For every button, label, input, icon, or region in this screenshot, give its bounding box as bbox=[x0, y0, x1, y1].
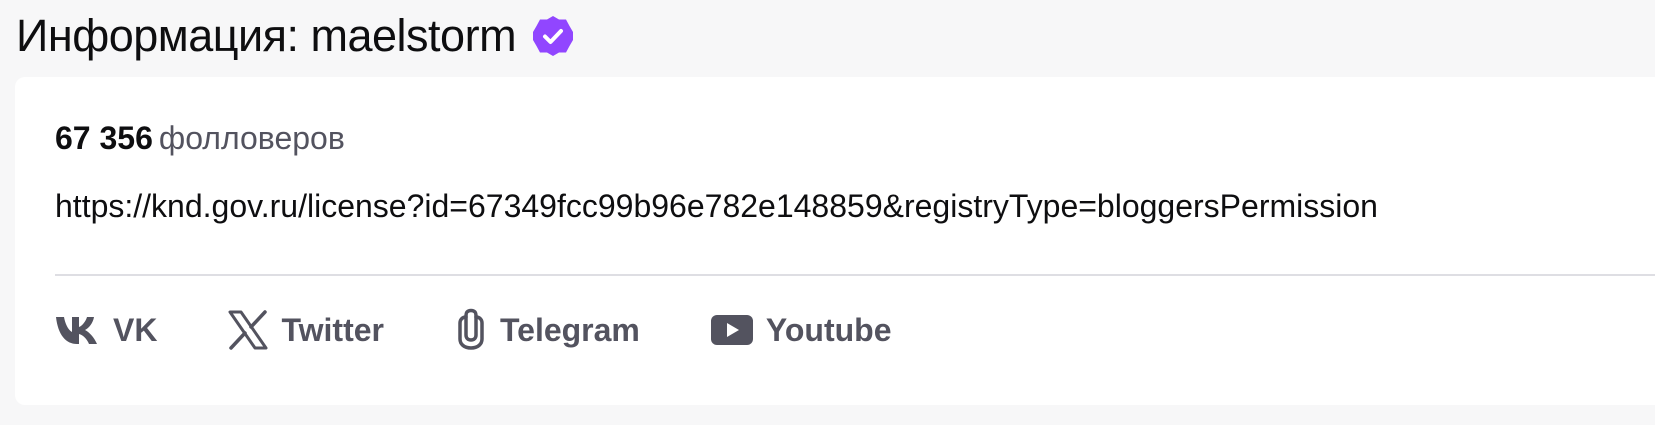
about-panel: 67 356 фолловеров https://knd.gov.ru/lice… bbox=[15, 77, 1655, 405]
social-label-telegram: Telegram bbox=[499, 311, 640, 348]
social-label-twitter: Twitter bbox=[281, 311, 384, 348]
followers-number: 67 356 bbox=[55, 120, 153, 156]
social-link-youtube[interactable]: Youtube bbox=[710, 305, 892, 355]
page-header: Информация: maelstorm bbox=[16, 6, 574, 66]
social-label-youtube: Youtube bbox=[765, 311, 892, 348]
social-label-vk: VK bbox=[113, 311, 158, 348]
page-title: Информация: maelstorm bbox=[16, 10, 517, 61]
social-links: VK Twitter Telegram Youtube bbox=[55, 305, 891, 355]
youtube-icon bbox=[710, 313, 754, 347]
vk-icon bbox=[55, 315, 101, 345]
followers-label: фолловеров bbox=[158, 120, 345, 156]
x-twitter-icon bbox=[227, 309, 269, 351]
social-link-twitter[interactable]: Twitter bbox=[227, 305, 384, 355]
social-link-vk[interactable]: VK bbox=[55, 305, 157, 355]
followers-count: 67 356 фолловеров bbox=[55, 117, 345, 159]
link-icon bbox=[454, 308, 488, 352]
license-link[interactable]: https://knd.gov.ru/license?id=67349fcc99… bbox=[55, 185, 1378, 227]
verified-badge-icon[interactable] bbox=[532, 15, 574, 57]
divider bbox=[55, 274, 1655, 276]
social-link-telegram[interactable]: Telegram bbox=[454, 305, 640, 355]
